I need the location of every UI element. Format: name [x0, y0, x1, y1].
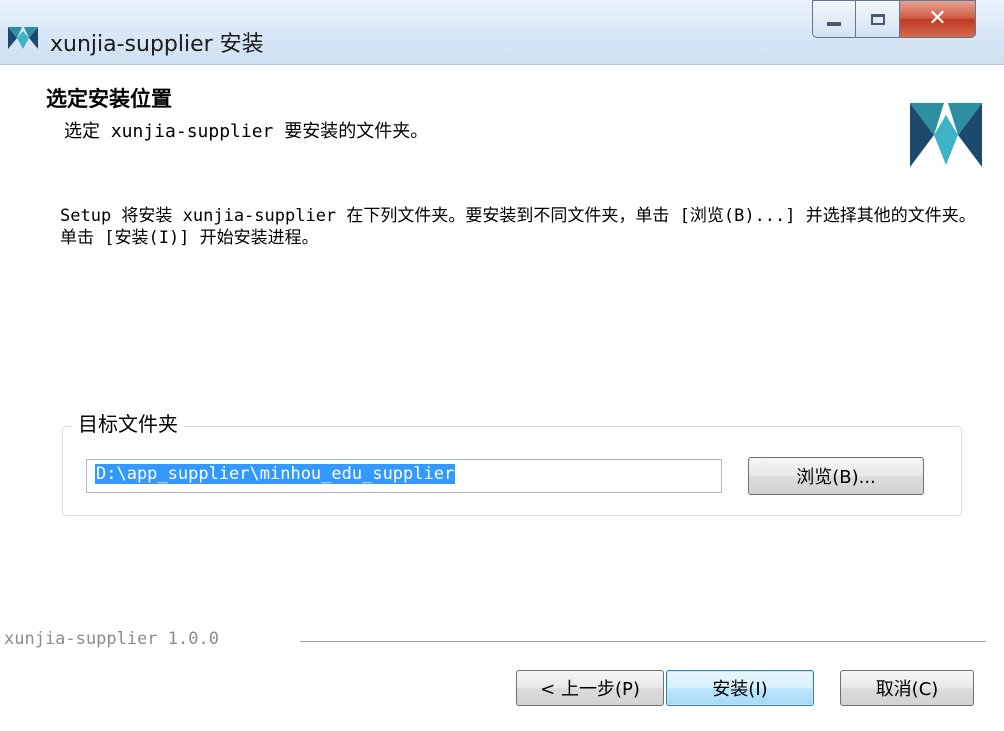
branding-text: xunjia-supplier 1.0.0 [4, 629, 219, 649]
window-title: xunjia-supplier 安装 [50, 32, 264, 57]
app-logo-icon [8, 27, 38, 49]
close-icon: ✕ [928, 6, 947, 31]
install-button[interactable]: 安装(I) [666, 670, 814, 706]
wizard-body: Setup 将安装 xunjia-supplier 在下列文件夹。要安装到不同文… [0, 177, 1004, 731]
back-button[interactable]: < 上一步(P) [516, 670, 664, 706]
page-title: 选定安装位置 [46, 87, 172, 111]
minimize-icon [827, 22, 841, 26]
xunjia-logo-icon [910, 103, 982, 167]
footer-divider [300, 641, 986, 643]
destination-folder-label: 目标文件夹 [72, 408, 184, 437]
browse-button[interactable]: 浏览(B)... [748, 457, 924, 495]
instructions-text: Setup 将安装 xunjia-supplier 在下列文件夹。要安装到不同文… [60, 206, 976, 248]
installer-window: xunjia-supplier 安装 ✕ 选定安装位置 选定 xunjia-su… [0, 0, 1004, 731]
destination-path-value: D:\app_supplier\minhou_edu_supplier [95, 464, 456, 484]
maximize-icon [870, 13, 885, 25]
cancel-button[interactable]: 取消(C) [840, 670, 974, 706]
wizard-header: 选定安装位置 选定 xunjia-supplier 要安装的文件夹。 [0, 64, 1004, 178]
page-subtitle: 选定 xunjia-supplier 要安装的文件夹。 [64, 121, 429, 142]
minimize-button[interactable] [812, 0, 856, 38]
maximize-button[interactable] [856, 0, 900, 38]
close-button[interactable]: ✕ [900, 0, 976, 38]
title-bar[interactable]: xunjia-supplier 安装 ✕ [0, 0, 1004, 64]
destination-path-input[interactable]: D:\app_supplier\minhou_edu_supplier [86, 459, 722, 493]
